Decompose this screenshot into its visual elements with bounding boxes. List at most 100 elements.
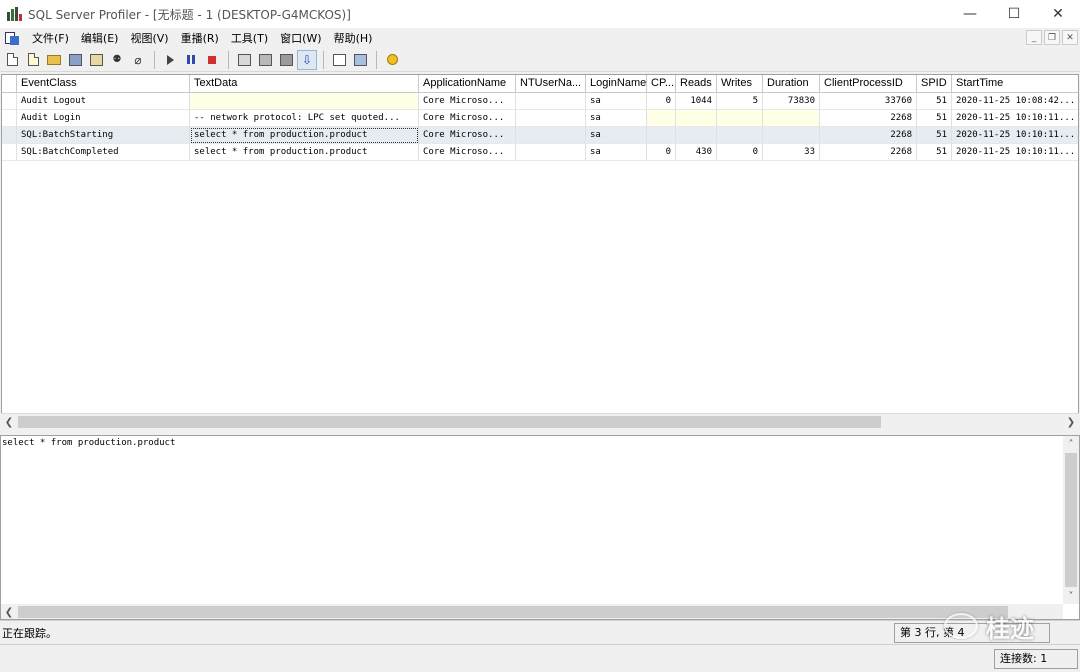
column-header-duration[interactable]: Duration bbox=[763, 75, 820, 93]
clear-eraser-icon[interactable]: ⌀ bbox=[128, 50, 148, 70]
row-indicator bbox=[2, 144, 17, 161]
stop-trace-icon[interactable] bbox=[202, 50, 222, 70]
cell-starttime: 2020-11-25 10:10:11... bbox=[952, 110, 1078, 127]
cell-textdata bbox=[190, 93, 419, 110]
cell-ntusername bbox=[516, 127, 586, 144]
menu-file[interactable]: 文件(F) bbox=[26, 30, 75, 46]
column-header-starttime[interactable]: StartTime bbox=[952, 75, 1078, 93]
text-vscroll-thumb[interactable] bbox=[1065, 453, 1077, 587]
cell-eventclass: SQL:BatchCompleted bbox=[17, 144, 190, 161]
pause-trace-icon[interactable] bbox=[181, 50, 201, 70]
trace-row[interactable]: Audit Login -- network protocol: LPC set… bbox=[2, 110, 1078, 127]
column-header-applicationname[interactable]: ApplicationName bbox=[419, 75, 516, 93]
trace-window-icon[interactable] bbox=[4, 30, 20, 46]
mdi-minimize-button[interactable]: _ bbox=[1026, 30, 1042, 45]
minimize-button[interactable]: — bbox=[948, 0, 992, 28]
open-folder-icon[interactable] bbox=[44, 50, 64, 70]
scroll-left-arrow-icon[interactable]: ❮ bbox=[1, 414, 17, 430]
text-vertical-scrollbar[interactable]: ˄ ˅ bbox=[1063, 436, 1079, 604]
trace-row[interactable]: SQL:BatchCompleted select * from product… bbox=[2, 144, 1078, 161]
cell-reads: 430 bbox=[676, 144, 717, 161]
row-indicator bbox=[2, 93, 17, 110]
menu-replay[interactable]: 重播(R) bbox=[175, 30, 225, 46]
cell-duration bbox=[763, 110, 820, 127]
scroll-right-arrow-icon[interactable]: ❯ bbox=[1063, 414, 1079, 430]
aggregate-view-icon[interactable] bbox=[329, 50, 349, 70]
menu-help[interactable]: 帮助(H) bbox=[328, 30, 379, 46]
trace-events-grid[interactable]: EventClass TextData ApplicationName NTUs… bbox=[1, 74, 1079, 429]
column-header-reads[interactable]: Reads bbox=[676, 75, 717, 93]
grid-scroll-thumb[interactable] bbox=[18, 416, 881, 428]
save-icon[interactable] bbox=[65, 50, 85, 70]
column-header-loginname[interactable]: LoginName bbox=[586, 75, 647, 93]
toolbar-separator bbox=[323, 50, 324, 69]
cell-cpu: 0 bbox=[647, 144, 676, 161]
trace-row[interactable]: Audit Logout Core Microso... sa 0 1044 5… bbox=[2, 93, 1078, 110]
run-trace-icon[interactable] bbox=[160, 50, 180, 70]
text-horizontal-scrollbar[interactable]: ❮ bbox=[1, 604, 1063, 619]
menu-window[interactable]: 窗口(W) bbox=[274, 30, 327, 46]
cell-loginname: sa bbox=[586, 93, 647, 110]
column-header-cpu[interactable]: CP... bbox=[647, 75, 676, 93]
title-bar[interactable]: SQL Server Profiler - [无标题 - 1 (DESKTOP-… bbox=[0, 0, 1080, 28]
column-organize-icon[interactable] bbox=[276, 50, 296, 70]
scroll-down-arrow-icon[interactable]: ˅ bbox=[1063, 588, 1079, 604]
properties-icon[interactable] bbox=[86, 50, 106, 70]
column-header-eventclass[interactable]: EventClass bbox=[17, 75, 190, 93]
grid-body: Audit Logout Core Microso... sa 0 1044 5… bbox=[2, 93, 1078, 161]
textdata-detail-pane[interactable]: select * from production.product ˄ ˅ ❮ bbox=[0, 435, 1080, 620]
textdata-content[interactable]: select * from production.product bbox=[2, 437, 175, 449]
cell-starttime: 2020-11-25 10:10:11... bbox=[952, 127, 1078, 144]
column-header-clientprocessid[interactable]: ClientProcessID bbox=[820, 75, 917, 93]
perfmon-chart-icon[interactable] bbox=[350, 50, 370, 70]
watermark-text: 桂迹 bbox=[986, 614, 1034, 643]
cell-writes: 0 bbox=[717, 144, 763, 161]
wechat-watermark: 桂迹 bbox=[944, 608, 1074, 644]
cell-duration bbox=[763, 127, 820, 144]
scroll-up-arrow-icon[interactable]: ˄ bbox=[1063, 436, 1079, 452]
status-bar-connections: 连接数: 1 bbox=[0, 644, 1080, 672]
close-button[interactable]: ✕ bbox=[1036, 0, 1080, 28]
column-header-writes[interactable]: Writes bbox=[717, 75, 763, 93]
text-hscroll-thumb[interactable] bbox=[18, 606, 1008, 618]
column-header-ntusername[interactable]: NTUserNa... bbox=[516, 75, 586, 93]
cell-clientprocessid: 33760 bbox=[820, 93, 917, 110]
trace-row-selected[interactable]: SQL:BatchStarting select * from producti… bbox=[2, 127, 1078, 144]
cell-writes: 5 bbox=[717, 93, 763, 110]
menu-tools[interactable]: 工具(T) bbox=[225, 30, 274, 46]
cell-cpu bbox=[647, 110, 676, 127]
row-indicator bbox=[2, 110, 17, 127]
scroll-left-arrow-icon[interactable]: ❮ bbox=[1, 604, 17, 619]
sql-profiler-window: SQL Server Profiler - [无标题 - 1 (DESKTOP-… bbox=[0, 0, 1080, 672]
cell-cpu: 0 bbox=[647, 93, 676, 110]
grid-horizontal-scrollbar[interactable]: ❮ ❯ bbox=[1, 413, 1079, 429]
windows-cascade-icon[interactable] bbox=[234, 50, 254, 70]
cell-clientprocessid: 2268 bbox=[820, 110, 917, 127]
status-bar: 正在跟踪。 第 3 行, 第 4 bbox=[0, 620, 1080, 644]
menu-edit[interactable]: 编辑(E) bbox=[75, 30, 125, 46]
toolbar-separator bbox=[376, 50, 377, 69]
properties-grid-icon[interactable] bbox=[255, 50, 275, 70]
maximize-button[interactable]: ☐ bbox=[992, 0, 1036, 28]
help-bulb-icon[interactable] bbox=[382, 50, 402, 70]
mdi-close-button[interactable]: ✕ bbox=[1062, 30, 1078, 45]
cell-ntusername bbox=[516, 93, 586, 110]
cell-spid: 51 bbox=[917, 110, 952, 127]
cell-spid: 51 bbox=[917, 93, 952, 110]
mdi-restore-button[interactable]: ❐ bbox=[1044, 30, 1060, 45]
new-trace-icon[interactable] bbox=[2, 50, 22, 70]
cell-ntusername bbox=[516, 110, 586, 127]
find-icon[interactable]: ⚉ bbox=[107, 50, 127, 70]
auto-scroll-icon[interactable]: ⇩ bbox=[297, 49, 317, 70]
profiler-app-icon bbox=[6, 6, 22, 22]
toolbar-separator bbox=[154, 50, 155, 69]
cell-duration: 33 bbox=[763, 144, 820, 161]
menu-view[interactable]: 视图(V) bbox=[124, 30, 174, 46]
cell-textdata: select * from production.product bbox=[190, 144, 419, 161]
cell-cpu bbox=[647, 127, 676, 144]
cell-starttime: 2020-11-25 10:10:11... bbox=[952, 144, 1078, 161]
new-template-icon[interactable] bbox=[23, 50, 43, 70]
column-header-spid[interactable]: SPID bbox=[917, 75, 952, 93]
column-header-textdata[interactable]: TextData bbox=[190, 75, 419, 93]
cell-clientprocessid: 2268 bbox=[820, 127, 917, 144]
